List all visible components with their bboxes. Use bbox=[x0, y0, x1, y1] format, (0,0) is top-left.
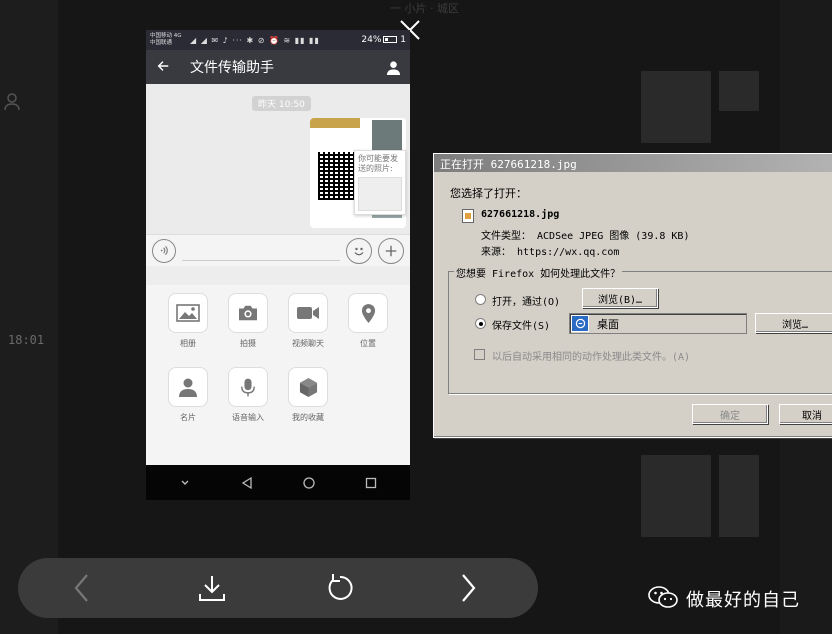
card-header-strip bbox=[310, 118, 360, 128]
watermark-text: 做最好的自己 bbox=[686, 590, 800, 611]
save-file-radio[interactable] bbox=[475, 318, 486, 329]
image-viewer-toolbar bbox=[18, 558, 538, 618]
file-name: 627661218.jpg bbox=[481, 209, 560, 220]
battery-indicator: 24% 1 bbox=[361, 35, 406, 45]
rotate-button[interactable] bbox=[322, 570, 358, 606]
chat-title-bar: 文件传输助手 bbox=[146, 50, 410, 84]
chat-input-bar bbox=[146, 234, 410, 266]
back-arrow-icon[interactable] bbox=[146, 58, 180, 77]
nav-recents-icon[interactable] bbox=[364, 476, 378, 490]
plus-icon[interactable] bbox=[378, 237, 404, 264]
microphone-icon bbox=[241, 378, 255, 396]
next-button[interactable] bbox=[450, 570, 486, 606]
background-thumbnail bbox=[641, 71, 711, 143]
file-source: 来源： https://wx.qq.com bbox=[481, 247, 620, 258]
dialog-title: 正在打开 627661218.jpg bbox=[434, 154, 832, 172]
chevron-right-icon bbox=[462, 574, 476, 602]
favorites-icon bbox=[299, 377, 317, 397]
auto-action-checkbox[interactable] bbox=[474, 349, 485, 360]
voice-toggle-icon[interactable] bbox=[152, 238, 176, 263]
suggested-photo-tooltip[interactable]: 你可能要发送的照片: bbox=[354, 150, 406, 215]
browse-save-button[interactable]: 浏览… bbox=[755, 313, 832, 333]
save-location-field[interactable]: 桌面 bbox=[569, 313, 747, 334]
chevron-left-icon bbox=[74, 574, 88, 602]
file-open-dialog: 正在打开 627661218.jpg 您选择了打开： 627661218.jpg… bbox=[433, 153, 832, 438]
browse-open-button[interactable]: 浏览(B)… bbox=[582, 288, 658, 308]
jpeg-file-icon bbox=[462, 209, 474, 223]
carrier-info: 中国移动 4G 中国联通 bbox=[150, 33, 182, 46]
video-icon bbox=[297, 307, 319, 319]
phone-status-bar: 中国移动 4G 中国联通 ◢ ◢ ✉ ♪ ··· ✱ ⊘ ⏰ ≋ ▮▮ ▮▮ 2… bbox=[146, 30, 410, 50]
phone-screenshot: 中国移动 4G 中国联通 ◢ ◢ ✉ ♪ ··· ✱ ⊘ ⏰ ≋ ▮▮ ▮▮ 2… bbox=[146, 30, 410, 500]
nav-back-icon[interactable] bbox=[240, 476, 254, 490]
cancel-button[interactable]: 取消 bbox=[779, 404, 832, 424]
panel-item-location[interactable]: 位置 bbox=[345, 293, 391, 349]
handling-question: 您想要 Firefox 如何处理此文件？ bbox=[454, 265, 623, 280]
suggested-photo bbox=[358, 177, 402, 211]
previous-button[interactable] bbox=[64, 570, 100, 606]
panel-item-album[interactable]: 相册 bbox=[165, 293, 211, 349]
open-with-radio[interactable] bbox=[475, 294, 486, 305]
folder-icon bbox=[571, 315, 589, 332]
panel-item-contact-card[interactable]: 名片 bbox=[165, 367, 211, 423]
nav-home-icon[interactable] bbox=[302, 476, 316, 490]
person-icon[interactable] bbox=[376, 60, 410, 75]
save-file-label: 保存文件(S) bbox=[492, 321, 551, 332]
panel-item-camera[interactable]: 拍摄 bbox=[225, 293, 271, 349]
rotate-icon bbox=[328, 574, 353, 600]
background-user-icon bbox=[4, 92, 24, 112]
qr-code-image bbox=[318, 152, 356, 200]
background-thumbnail bbox=[641, 455, 711, 537]
attachment-panel: 相册 拍摄 视频聊天 位置 名片 语音输入 我的收藏 bbox=[146, 285, 410, 465]
auto-action-label: 以后自动采用相同的动作处理此类文件。(A) bbox=[492, 352, 691, 363]
message-input[interactable] bbox=[182, 241, 340, 261]
contact-card-icon bbox=[179, 378, 197, 397]
message-timestamp: 昨天 10:50 bbox=[252, 96, 311, 111]
wechat-watermark: 做最好的自己 bbox=[648, 585, 800, 613]
background-title-text: 一 小片 · 城区 bbox=[390, 2, 459, 15]
panel-item-favorites[interactable]: 我的收藏 bbox=[285, 367, 331, 423]
battery-icon bbox=[383, 36, 398, 43]
file-type: 文件类型： ACDSee JPEG 图像 (39.8 KB) bbox=[481, 231, 690, 242]
chevron-down-icon[interactable] bbox=[178, 476, 192, 490]
chat-area: 昨天 10:50 你可能要发送的照片: bbox=[146, 84, 410, 234]
download-icon bbox=[199, 576, 225, 601]
background-time: 18:01 bbox=[8, 333, 45, 347]
wechat-logo-icon bbox=[648, 585, 678, 613]
background-thumbnail bbox=[719, 455, 759, 537]
chat-title: 文件传输助手 bbox=[190, 60, 274, 76]
camera-icon bbox=[239, 305, 257, 321]
screen: 一 小片 · 城区 18:01 ☺ ✂ ▭ 中国移动 4G 中国联通 ◢ ◢ ✉… bbox=[0, 0, 832, 634]
download-button[interactable] bbox=[194, 570, 230, 606]
status-icons: ◢ ◢ ✉ ♪ ··· ✱ ⊘ ⏰ ≋ ▮▮ ▮▮ bbox=[190, 35, 320, 45]
open-with-label: 打开，通过(O) bbox=[492, 297, 561, 308]
location-icon bbox=[361, 303, 375, 323]
photo-thumbnail bbox=[372, 120, 402, 152]
chose-label: 您选择了打开： bbox=[450, 187, 527, 200]
background-thumbnail bbox=[719, 71, 759, 111]
ok-button[interactable]: 确定 bbox=[692, 404, 768, 424]
album-icon bbox=[176, 304, 200, 322]
panel-item-voice-input[interactable]: 语音输入 bbox=[225, 367, 271, 423]
emoji-icon[interactable] bbox=[346, 237, 372, 264]
android-nav-bar bbox=[146, 465, 410, 500]
panel-item-video-chat[interactable]: 视频聊天 bbox=[285, 293, 331, 349]
